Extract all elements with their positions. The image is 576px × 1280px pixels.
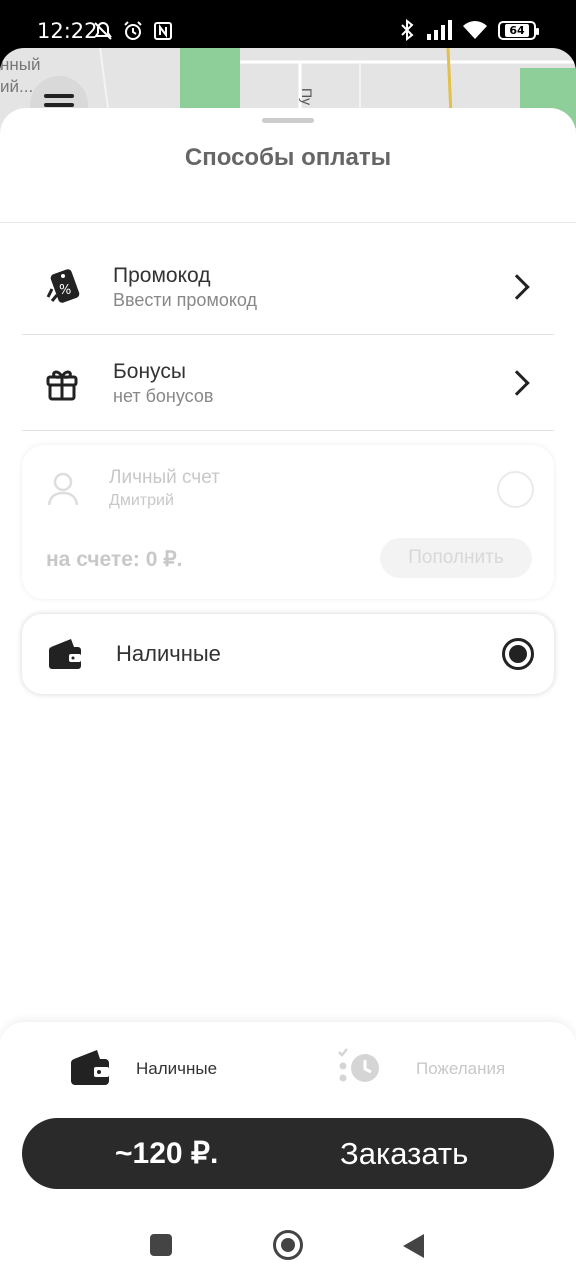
account-balance: на счете: 0 ₽. (46, 548, 183, 571)
user-icon (47, 472, 79, 506)
nfc-icon (154, 22, 172, 40)
order-price: ~120 ₽. (115, 1137, 219, 1170)
map-street-label: Пу (299, 88, 315, 105)
cash-radio-selected[interactable] (502, 638, 534, 670)
wishes-label[interactable]: Пожелания (416, 1059, 505, 1079)
cash-option-card[interactable]: Наличные (22, 614, 554, 694)
promo-subtitle: Ввести промокод (113, 290, 258, 310)
system-nav-bar (0, 1212, 576, 1280)
order-button[interactable]: ~120 ₽. Заказать (22, 1118, 554, 1189)
recent-apps-icon[interactable] (150, 1234, 172, 1256)
payment-methods-sheet: Способы оплаты % Промокод Ввести промоко… (0, 108, 576, 1280)
chevron-right-icon (504, 370, 530, 396)
sheet-title: Способы оплаты (184, 144, 392, 171)
back-icon[interactable] (403, 1234, 424, 1258)
divider (0, 222, 576, 223)
order-panel: Наличные Пожелания ~120 ₽. Заказать (0, 1022, 576, 1280)
wallet-icon[interactable] (70, 1048, 110, 1086)
wallet-icon (49, 639, 81, 669)
signal-icon (427, 20, 452, 40)
sheet-drag-handle[interactable] (262, 118, 314, 123)
status-time: 12:22 (37, 19, 98, 43)
bonuses-subtitle: нет бонусов (113, 386, 214, 406)
svg-text:%: % (59, 283, 71, 298)
home-icon[interactable] (273, 1230, 303, 1260)
account-owner: Дмитрий (109, 492, 174, 509)
top-up-button[interactable]: Пополнить (380, 538, 532, 578)
gift-icon (46, 370, 78, 401)
account-title: Личный счет (109, 467, 220, 488)
account-radio[interactable] (497, 471, 534, 508)
bluetooth-icon (401, 19, 414, 41)
bonuses-row[interactable]: Бонусы нет бонусов (22, 336, 554, 431)
order-label: Заказать (340, 1136, 469, 1171)
chevron-right-icon (504, 274, 530, 300)
wishes-icon[interactable] (337, 1046, 381, 1086)
battery-indicator: 64 (498, 20, 539, 40)
personal-account-card[interactable]: Личный счет Дмитрий на счете: 0 ₽. Попол… (22, 445, 554, 599)
promo-title: Промокод (113, 264, 211, 287)
payment-method-label[interactable]: Наличные (136, 1059, 217, 1079)
bonuses-title: Бонусы (113, 360, 186, 383)
promo-tag-icon: % (46, 269, 80, 303)
promo-code-row[interactable]: % Промокод Ввести промокод (22, 240, 554, 335)
cash-label: Наличные (116, 641, 221, 666)
muted-bell-icon (94, 21, 112, 40)
alarm-icon (124, 21, 142, 40)
wifi-icon (463, 21, 487, 39)
